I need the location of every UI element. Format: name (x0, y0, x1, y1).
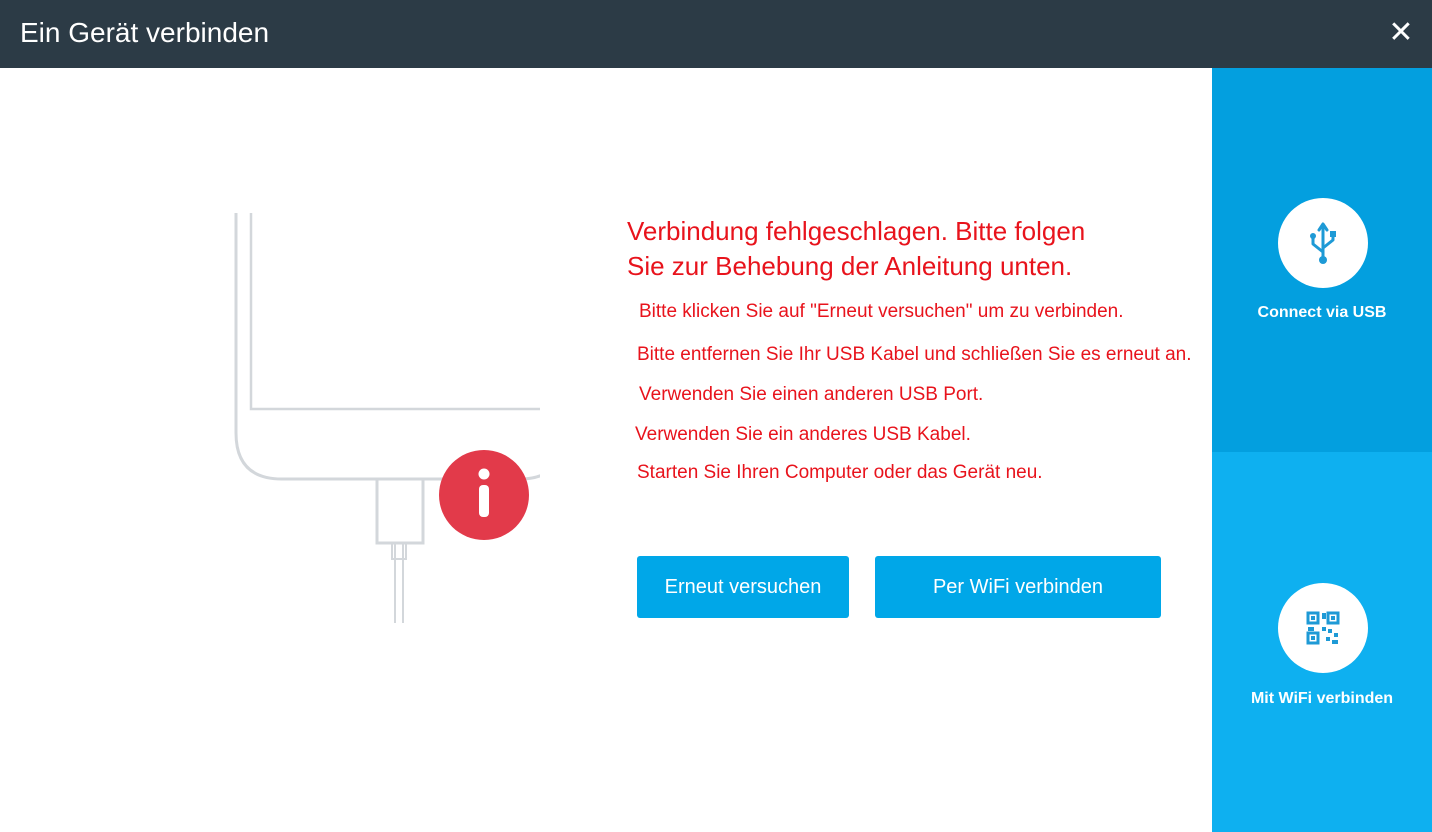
step-replug-cable: Bitte entfernen Sie Ihr USB Kabel und sc… (637, 344, 1192, 365)
wifi-label: Mit WiFi verbinden (1250, 690, 1394, 707)
step-other-port: Verwenden Sie einen anderen USB Port. (639, 384, 984, 405)
sidebar-item-usb[interactable]: Connect via USB (1212, 68, 1432, 452)
error-headline: Verbindung fehlgeschlagen. Bitte folgen … (627, 214, 1085, 284)
qr-icon-circle[interactable] (1278, 583, 1368, 673)
retry-button[interactable]: Erneut versuchen (637, 556, 849, 618)
step-other-cable: Verwenden Sie ein anderes USB Kabel. (635, 424, 971, 445)
title-bar: Ein Gerät verbinden ✕ (0, 0, 1432, 68)
usb-icon-circle[interactable] (1278, 198, 1368, 288)
phone-illustration (234, 213, 540, 623)
window-title: Ein Gerät verbinden (20, 17, 270, 48)
usb-icon (1310, 222, 1336, 264)
step-restart: Starten Sie Ihren Computer oder das Gerä… (637, 462, 1043, 483)
sidebar-item-wifi[interactable]: Mit WiFi verbinden (1212, 452, 1432, 832)
usb-label: Connect via USB (1257, 304, 1387, 321)
close-icon[interactable]: ✕ (1384, 16, 1418, 50)
info-icon (439, 450, 529, 540)
error-headline-line2: Sie zur Behebung der Anleitung unten. (627, 251, 1073, 281)
qr-code-icon (1306, 611, 1340, 645)
main-panel: Verbindung fehlgeschlagen. Bitte folgen … (0, 68, 1212, 832)
error-headline-line1: Verbindung fehlgeschlagen. Bitte folgen (627, 216, 1086, 246)
wifi-connect-button[interactable]: Per WiFi verbinden (875, 556, 1161, 618)
step-retry: Bitte klicken Sie auf "Erneut versuchen"… (639, 301, 1124, 322)
